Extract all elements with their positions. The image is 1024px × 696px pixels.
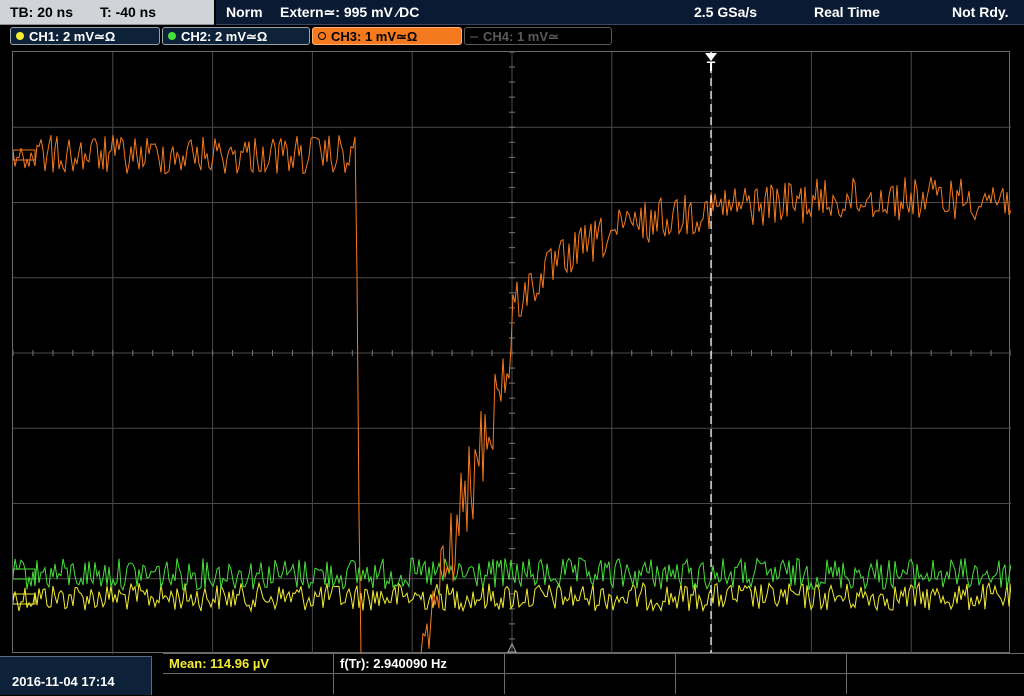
ch4-indicator-icon [470, 36, 478, 38]
timebase-label: TB: 20 ns [10, 4, 74, 20]
meas-cell [676, 654, 847, 674]
measurement-panel[interactable]: Mean: 114.96 µV f(Tr): 2.940090 Hz [163, 653, 1024, 696]
trigger-time-label: T: -40 ns [100, 4, 157, 20]
meas-cell [847, 654, 1024, 674]
datetime-label: 2016-11-04 17:14 [12, 674, 115, 689]
meas-cell [163, 674, 334, 694]
ch3-button[interactable]: CH3: 1 mV≃Ω [312, 27, 462, 45]
ch2-indicator-icon [168, 32, 176, 40]
trigger-position-marker[interactable]: T [703, 53, 719, 74]
meas-cell [505, 674, 676, 694]
ch4-label: CH4: 1 mV≃ [483, 29, 559, 44]
sample-rate: 2.5 GSa/s [694, 4, 758, 20]
trigger-source[interactable]: Extern≃: 995 mV ∕DC [280, 4, 419, 21]
datetime-panel: 2016-11-04 17:14 [0, 656, 152, 695]
status-bar: Norm Extern≃: 995 mV ∕DC 2.5 GSa/s Real … [216, 0, 1024, 25]
run-status: Not Rdy. [952, 4, 1009, 20]
ch1-label: CH1: 2 mV≃Ω [29, 29, 116, 44]
meas-cell [334, 674, 505, 694]
waveform-display[interactable] [12, 51, 1011, 654]
ch1-button[interactable]: CH1: 2 mV≃Ω [10, 27, 160, 45]
ch1-indicator-icon [16, 32, 24, 40]
meas-cell [676, 674, 847, 694]
mean-measurement: Mean: 114.96 µV [169, 656, 269, 671]
channel-row: CH1: 2 mV≃Ω CH2: 2 mV≃Ω CH3: 1 mV≃Ω CH4:… [0, 25, 1024, 47]
ch3-label: CH3: 1 mV≃Ω [331, 29, 418, 44]
trigger-mode[interactable]: Norm [226, 4, 263, 20]
trigger-marker-label: T [706, 58, 716, 74]
timebase-panel[interactable]: TB: 20 ns T: -40 ns [0, 0, 214, 25]
frequency-measurement: f(Tr): 2.940090 Hz [340, 656, 447, 671]
ch3-indicator-icon [318, 32, 326, 40]
scope-canvas [13, 52, 1011, 654]
ch2-button[interactable]: CH2: 2 mV≃Ω [162, 27, 310, 45]
ch2-label: CH2: 2 mV≃Ω [181, 29, 268, 44]
acquisition-mode: Real Time [814, 4, 880, 20]
meas-cell [505, 654, 676, 674]
graticule [13, 52, 1011, 654]
meas-cell [847, 674, 1024, 694]
ch4-button[interactable]: CH4: 1 mV≃ [464, 27, 612, 45]
